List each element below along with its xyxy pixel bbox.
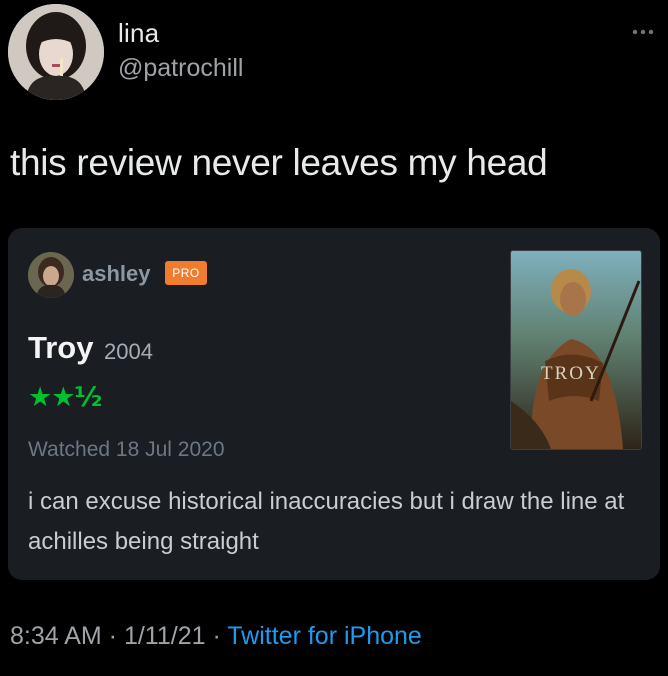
tweet-metadata: 8:34 AM · 1/11/21 · Twitter for iPhone xyxy=(10,622,422,651)
tweet-text: this review never leaves my head xyxy=(10,142,548,183)
watched-date: Watched 18 Jul 2020 xyxy=(28,438,225,461)
user-handle[interactable]: @patrochill xyxy=(118,54,243,83)
separator-dot: · xyxy=(205,622,228,650)
tweet-date[interactable]: 1/11/21 xyxy=(124,622,206,650)
review-card: ashley PRO Troy 2004 ★★½ Watched 18 Jul … xyxy=(8,228,660,580)
review-text: i can excuse historical inaccuracies but… xyxy=(28,488,625,555)
more-horizontal-icon[interactable] xyxy=(626,22,660,42)
film-poster: TROY xyxy=(510,250,642,450)
poster-artwork xyxy=(511,251,641,449)
display-name[interactable]: lina xyxy=(118,18,159,49)
profile-photo xyxy=(8,4,104,100)
film-year: 2004 xyxy=(104,339,153,364)
tweet-source-link[interactable]: Twitter for iPhone xyxy=(227,622,422,650)
reviewer-name: ashley xyxy=(82,261,151,286)
profile-avatar[interactable] xyxy=(8,4,104,100)
film-title: Troy xyxy=(28,330,94,365)
poster-title: TROY xyxy=(541,363,601,384)
tweet-time[interactable]: 8:34 AM xyxy=(10,622,102,650)
star-rating: ★★½ xyxy=(28,382,102,413)
pro-badge: PRO xyxy=(165,261,207,285)
reviewer-avatar xyxy=(28,252,74,298)
separator-dot: · xyxy=(101,622,124,650)
